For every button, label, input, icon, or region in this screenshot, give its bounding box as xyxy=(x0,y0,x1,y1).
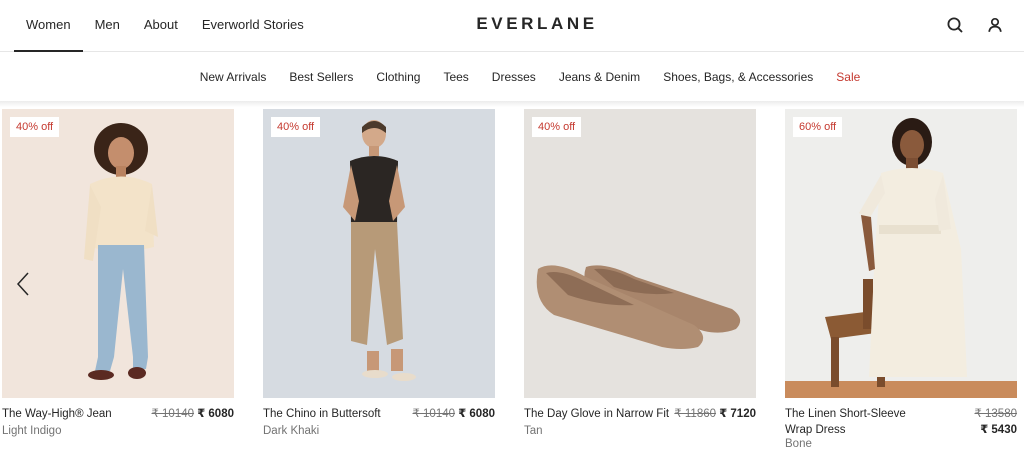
product-card: 40% off The Day Glove in Narrow Fit Tan … xyxy=(524,109,756,459)
sale-price: ₹ 5430 xyxy=(980,424,1017,436)
category-new-arrivals[interactable]: New Arrivals xyxy=(188,70,278,84)
primary-nav: Women Men About Everworld Stories xyxy=(14,0,316,52)
category-clothing[interactable]: Clothing xyxy=(365,70,432,84)
product-image-linen-wrap-dress[interactable]: 60% off xyxy=(785,109,1017,398)
top-header: Women Men About Everworld Stories EVERLA… xyxy=(0,0,1024,52)
product-image-chino-buttersoft[interactable]: 40% off xyxy=(263,109,495,398)
discount-badge: 40% off xyxy=(532,117,582,137)
category-jeans-denim[interactable]: Jeans & Denim xyxy=(547,70,651,84)
sale-price: ₹ 7120 xyxy=(719,408,756,420)
product-name[interactable]: The Chino in Buttersoft xyxy=(263,406,413,422)
product-card: 60% off The Linen Short-Sleeve Wrap Dres… xyxy=(785,109,1017,459)
product-price: ₹ 10140 ₹ 6080 xyxy=(413,406,495,422)
product-name[interactable]: The Way-High® Jean xyxy=(2,406,152,422)
nav-women[interactable]: Women xyxy=(14,0,83,52)
product-carousel: 40% off The Way-High® Jean Light Indigo … xyxy=(0,109,1024,459)
product-price: ₹ 11860 ₹ 7120 xyxy=(674,406,756,422)
original-price: ₹ 13580 xyxy=(974,408,1018,420)
user-icon[interactable] xyxy=(984,14,1006,36)
category-best-sellers[interactable]: Best Sellers xyxy=(278,70,365,84)
product-image-way-high-jean[interactable]: 40% off xyxy=(2,109,234,398)
product-name[interactable]: The Linen Short-Sleeve Wrap Dress xyxy=(785,406,935,438)
discount-badge: 60% off xyxy=(793,117,843,137)
nav-about[interactable]: About xyxy=(132,0,190,52)
original-price: ₹ 10140 xyxy=(412,408,456,420)
category-sale[interactable]: Sale xyxy=(825,70,872,84)
original-price: ₹ 10140 xyxy=(151,408,195,420)
product-price: ₹ 10140 ₹ 6080 xyxy=(152,406,234,422)
nav-everworld-stories[interactable]: Everworld Stories xyxy=(190,0,316,52)
discount-badge: 40% off xyxy=(10,117,60,137)
category-dresses[interactable]: Dresses xyxy=(480,70,547,84)
product-card: 40% off The Chino in Buttersoft Dark Kha… xyxy=(263,109,495,459)
sale-price: ₹ 6080 xyxy=(197,408,234,420)
discount-badge: 40% off xyxy=(271,117,321,137)
category-nav: New Arrivals Best Sellers Clothing Tees … xyxy=(0,52,1024,102)
product-name[interactable]: The Day Glove in Narrow Fit xyxy=(524,406,674,422)
product-card: 40% off The Way-High® Jean Light Indigo … xyxy=(2,109,234,459)
product-color: Dark Khaki xyxy=(263,425,320,437)
category-tees[interactable]: Tees xyxy=(432,70,480,84)
product-image-day-glove[interactable]: 40% off xyxy=(524,109,756,398)
category-shoes-bags-accessories[interactable]: Shoes, Bags, & Accessories xyxy=(652,70,825,84)
product-color: Tan xyxy=(524,425,543,437)
nav-men[interactable]: Men xyxy=(83,0,132,52)
search-icon[interactable] xyxy=(944,14,966,36)
divider-shadow xyxy=(0,101,1024,107)
product-color: Light Indigo xyxy=(2,425,62,437)
product-color: Bone xyxy=(785,438,812,450)
chevron-left-icon[interactable] xyxy=(12,269,36,299)
sale-price: ₹ 6080 xyxy=(458,408,495,420)
product-price: ₹ 13580 ₹ 5430 xyxy=(975,406,1018,438)
everlane-logo[interactable]: EVERLANE xyxy=(476,14,597,33)
original-price: ₹ 11860 xyxy=(674,408,717,420)
